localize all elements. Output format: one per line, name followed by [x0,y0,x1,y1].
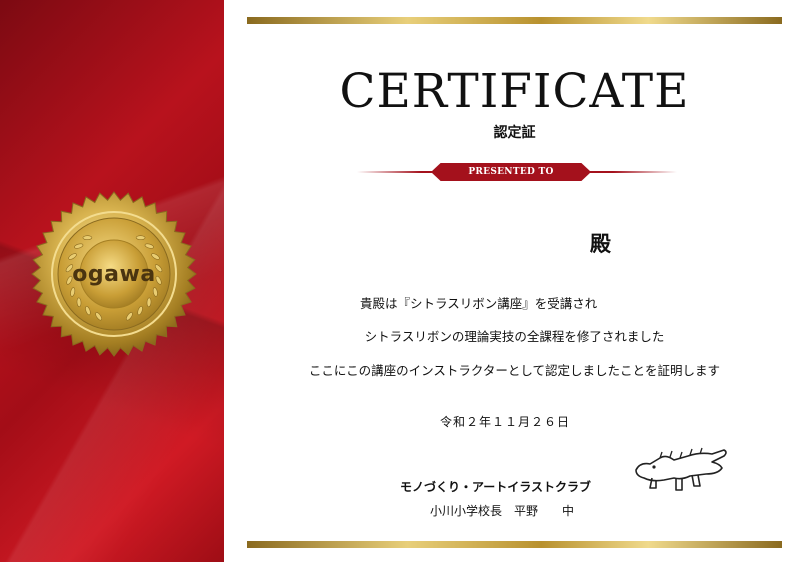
recipient-honorific: 殿 [590,232,611,256]
organization-name: モノづくり・アートイラストクラブ [400,480,592,494]
presented-to-ribbon: PRESENTED TO [431,163,591,181]
issue-date: 令和２年１１月２６日 [440,415,571,429]
body-line-1: 貴殿は『シトラスリボン講座』を受講され [360,296,598,311]
crocodile-drawing-icon [635,447,727,491]
seal-label: ogawa [72,261,156,287]
body-line-2: シトラスリボンの理論実技の全課程を修了されました [364,329,665,344]
bottom-gold-border [247,541,782,548]
ribbon-label: PRESENTED TO [468,167,554,177]
gold-seal-icon: ogawa [30,190,198,358]
top-gold-border [247,17,782,24]
certificate-title: CERTIFICATE [339,64,690,119]
certificate-subtitle: 認定証 [493,125,536,141]
signer-name: 小川小学校長 平野 中 [430,504,575,518]
body-line-3: ここにこの講座のインストラクターとして認定しましたことを証明します [308,363,721,378]
